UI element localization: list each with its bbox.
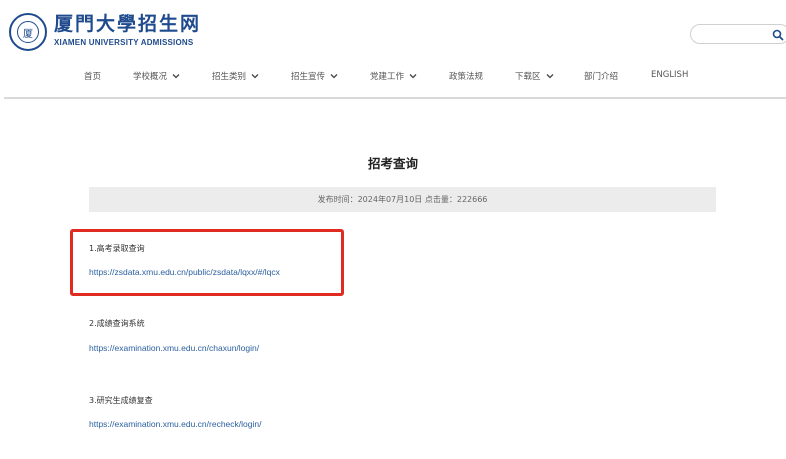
nav-item-english[interactable]: ENGLISH: [651, 70, 688, 80]
chevron-down-icon: [546, 74, 553, 79]
site-header: 厦 厦門大學招生网 XIAMEN UNIVERSITY ADMISSIONS 首…: [0, 0, 786, 100]
chevron-down-icon: [409, 74, 417, 79]
article-meta-bar: 发布时间：2024年07月10日 点击量：222666: [89, 187, 716, 212]
nav-item-label: 首页: [84, 72, 102, 82]
logo-english-name: XIAMEN UNIVERSITY ADMISSIONS: [54, 38, 194, 47]
nav-item-admission-types[interactable]: 招生类别: [212, 70, 259, 82]
nav-item-label: 政策法规: [449, 72, 484, 82]
item-link[interactable]: https://examination.xmu.edu.cn/recheck/l…: [89, 419, 261, 429]
nav-item-about[interactable]: 学校概况: [133, 70, 180, 82]
nav-item-label: 党建工作: [370, 72, 405, 82]
article-meta: 发布时间：2024年07月10日 点击量：222666: [317, 195, 488, 204]
logo-chinese-name: 厦門大學招生网: [54, 13, 202, 35]
nav-item-label: ENGLISH: [651, 70, 689, 80]
nav-item-publicity[interactable]: 招生宣传: [291, 70, 338, 82]
main-nav: 首页 学校概况 招生类别 招生宣传 党建工作 政策法规 下载区 部门介绍 ENG…: [0, 66, 786, 86]
page-title: 招考查询: [367, 156, 418, 171]
search-input[interactable]: [699, 27, 769, 41]
seal-emblem-icon: 厦: [17, 21, 39, 43]
item-title: 2.成绩查询系统: [89, 319, 145, 328]
nav-item-party-work[interactable]: 党建工作: [370, 70, 417, 82]
chevron-down-icon: [251, 74, 259, 79]
site-logo[interactable]: 厦 厦門大學招生网 XIAMEN UNIVERSITY ADMISSIONS: [9, 13, 199, 55]
nav-item-label: 招生宣传: [291, 72, 326, 82]
chevron-down-icon: [172, 74, 180, 79]
item-link[interactable]: https://zsdata.xmu.edu.cn/public/zsdata/…: [89, 267, 280, 277]
nav-item-label: 下载区: [515, 72, 541, 82]
nav-item-label: 部门介绍: [584, 72, 619, 82]
chevron-down-icon: [330, 74, 338, 79]
search-icon[interactable]: [771, 27, 785, 41]
item-title: 1.高考录取查询: [89, 244, 145, 253]
nav-item-departments[interactable]: 部门介绍: [584, 70, 618, 82]
header-divider: [4, 97, 786, 99]
item-title: 3.研究生成绩复查: [89, 396, 153, 405]
item-link[interactable]: https://examination.xmu.edu.cn/chaxun/lo…: [89, 343, 259, 353]
nav-item-policies[interactable]: 政策法规: [449, 70, 483, 82]
search-box: [690, 24, 786, 44]
nav-item-downloads[interactable]: 下载区: [515, 70, 554, 82]
highlight-annotation-box: [70, 229, 344, 296]
nav-item-label: 招生类别: [212, 72, 247, 82]
university-seal-icon: 厦: [9, 13, 47, 51]
nav-item-label: 学校概况: [133, 72, 168, 82]
nav-item-home[interactable]: 首页: [84, 70, 101, 82]
